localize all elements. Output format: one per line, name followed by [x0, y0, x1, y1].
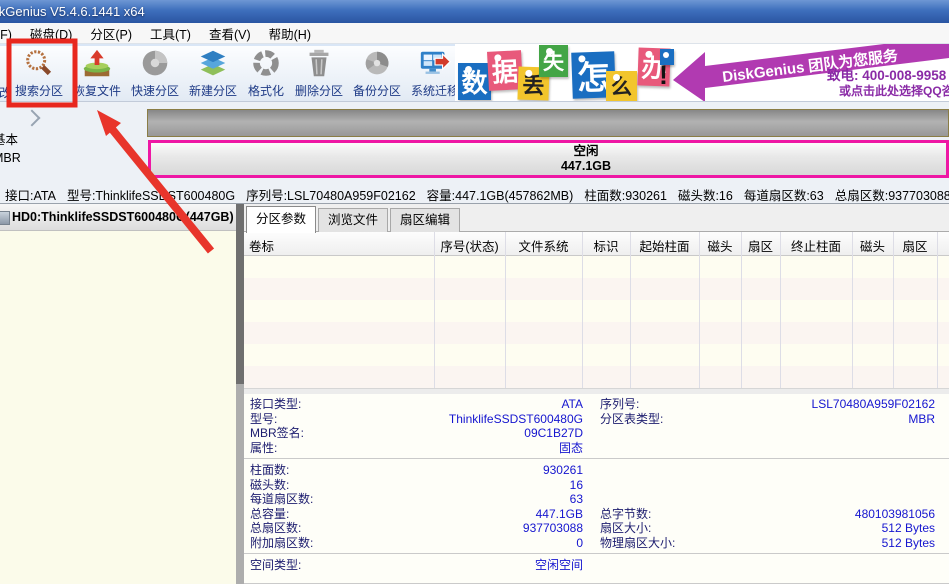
format-button[interactable]: 格式化 — [242, 46, 290, 100]
col-start-cylinder[interactable]: 起始柱面 — [630, 236, 699, 255]
search-partition-button[interactable]: 搜索分区 — [10, 46, 68, 100]
column-divider — [937, 232, 938, 388]
menu-partition[interactable]: 分区(P) — [81, 22, 141, 45]
quick-partition-button[interactable]: 快速分区 — [126, 46, 184, 100]
backup-partition-icon — [360, 46, 394, 82]
table-row — [244, 344, 949, 366]
col-end-head[interactable]: 磁头 — [852, 236, 893, 255]
column-divider — [630, 232, 631, 388]
column-divider — [780, 232, 781, 388]
disk-properties: 接口类型: ATA 序列号: LSL70480A959F02162 型号: Thinkl… — [244, 394, 949, 584]
tab-browse-files[interactable]: 浏览文件 — [318, 208, 388, 232]
partition-detail-panel: 分区参数 浏览文件 扇区编辑 卷标 序号(状态) 文件系统 标识 起始柱面 磁头… — [244, 204, 949, 584]
partition-table-body[interactable] — [244, 256, 949, 388]
delete-partition-icon — [302, 46, 336, 82]
tab-bar: 分区参数 浏览文件 扇区编辑 — [244, 204, 949, 233]
col-end-sector[interactable]: 扇区 — [893, 236, 937, 255]
table-header: 卷标 序号(状态) 文件系统 标识 起始柱面 磁头 扇区 终止柱面 磁头 扇区 — [244, 232, 949, 256]
disk-type-label: 基本 MBR — [0, 133, 21, 165]
banner-tile: 数 — [458, 63, 491, 100]
column-divider — [893, 232, 894, 388]
partition-size: 447.1GB — [560, 159, 612, 173]
column-divider — [434, 232, 435, 388]
recover-files-button[interactable]: 恢复文件 — [68, 46, 126, 100]
annotation-arrow-head — [97, 110, 121, 136]
menu-tools[interactable]: 工具(T) — [141, 22, 200, 45]
banner-tile: 么 — [606, 71, 637, 101]
disk-info-line: 接口:ATA 型号:ThinklifeSSDST600480G 序列号:LSL7… — [5, 189, 949, 203]
recover-files-icon — [80, 46, 114, 82]
column-divider — [852, 232, 853, 388]
disk-icon — [0, 211, 10, 225]
col-start-head[interactable]: 磁头 — [699, 236, 741, 255]
column-divider — [505, 232, 506, 388]
column-divider — [582, 232, 583, 388]
banner-qq-link[interactable]: 或点击此处选择QQ咨询 — [839, 82, 949, 99]
col-start-sector[interactable]: 扇区 — [741, 236, 780, 255]
disk-tree-panel: HD0:ThinklifeSSDST600480G(447GB) — [0, 204, 236, 584]
section-divider — [244, 582, 949, 584]
table-row — [244, 256, 949, 278]
free-space-partition[interactable]: 空闲 447.1GB — [148, 140, 949, 178]
tab-partition-params[interactable]: 分区参数 — [246, 206, 316, 233]
table-row — [244, 322, 949, 344]
table-row — [244, 278, 949, 300]
collapse-chevron-icon[interactable] — [23, 109, 41, 127]
banner-phone: 致电: 400-008-9958 — [827, 68, 947, 83]
menu-disk[interactable]: 磁盘(D) — [21, 22, 81, 45]
delete-partition-button[interactable]: 删除分区 — [290, 46, 348, 100]
system-migrate-icon — [418, 46, 452, 82]
panel-splitter[interactable] — [236, 204, 244, 584]
menu-file[interactable]: 文件(F) — [0, 22, 21, 45]
table-row — [244, 366, 949, 388]
disk-band[interactable] — [147, 109, 949, 137]
column-divider — [699, 232, 700, 388]
table-row — [244, 300, 949, 322]
partition-name: 空闲 — [573, 144, 599, 158]
title-bar: DiskGenius V5.4.6.1441 x64 — [0, 0, 949, 23]
section-divider — [244, 553, 949, 554]
banner-tile: 失 — [539, 45, 568, 77]
promo-banner[interactable]: 数 据 丢 失 怎 么 办 ! DiskGenius 团队为您服务 致电: 40… — [455, 44, 949, 101]
menu-view[interactable]: 查看(V) — [200, 22, 260, 45]
new-partition-button[interactable]: 新建分区 — [184, 46, 242, 100]
tab-sector-edit[interactable]: 扇区编辑 — [390, 208, 460, 232]
menu-bar: 文件(F) 磁盘(D) 分区(P) 工具(T) 查看(V) 帮助(H) — [0, 23, 949, 44]
col-number-status[interactable]: 序号(状态) — [434, 236, 505, 255]
new-partition-icon — [196, 46, 230, 82]
column-divider — [741, 232, 742, 388]
tree-item-hd0[interactable]: HD0:ThinklifeSSDST600480G(447GB) — [0, 204, 236, 231]
col-filesystem[interactable]: 文件系统 — [505, 236, 582, 255]
col-end-cylinder[interactable]: 终止柱面 — [780, 236, 852, 255]
quick-partition-icon — [138, 46, 172, 82]
backup-partition-button[interactable]: 备份分区 — [348, 46, 406, 100]
menu-help[interactable]: 帮助(H) — [260, 22, 320, 45]
col-volume-label[interactable]: 卷标 — [249, 236, 274, 255]
window-title: DiskGenius V5.4.6.1441 x64 — [0, 4, 145, 19]
magnifier-icon — [22, 46, 56, 82]
format-icon — [249, 46, 283, 82]
section-divider — [244, 458, 949, 459]
col-identifier[interactable]: 标识 — [582, 236, 630, 255]
